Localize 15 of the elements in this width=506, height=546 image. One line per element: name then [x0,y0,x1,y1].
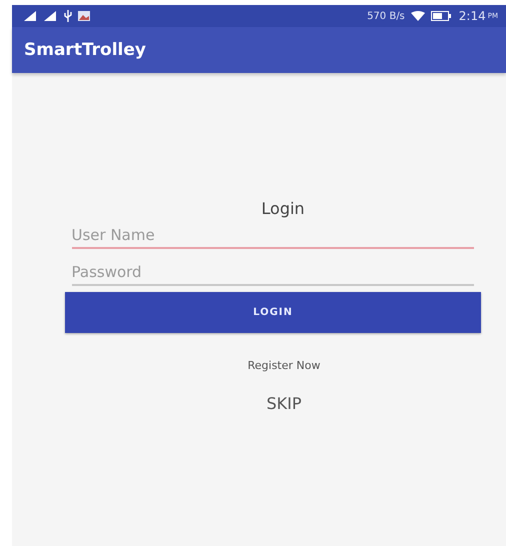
skip-link[interactable]: SKIP [266,394,302,413]
usb-icon [64,10,72,22]
app-title: SmartTrolley [24,40,146,60]
image-icon [78,11,90,21]
password-field[interactable]: Password [72,259,474,286]
network-speed: 570 B/s [367,10,405,22]
battery-icon [430,11,451,21]
wifi-icon [410,11,425,21]
signal-icon [24,11,38,21]
login-button[interactable]: LOGIN [65,292,481,333]
signal-icon [44,11,58,21]
username-field[interactable]: User Name [72,222,474,249]
clock-time: 2:14 [458,9,486,23]
form-title: Login [261,199,305,218]
register-link[interactable]: Register Now [248,359,320,372]
